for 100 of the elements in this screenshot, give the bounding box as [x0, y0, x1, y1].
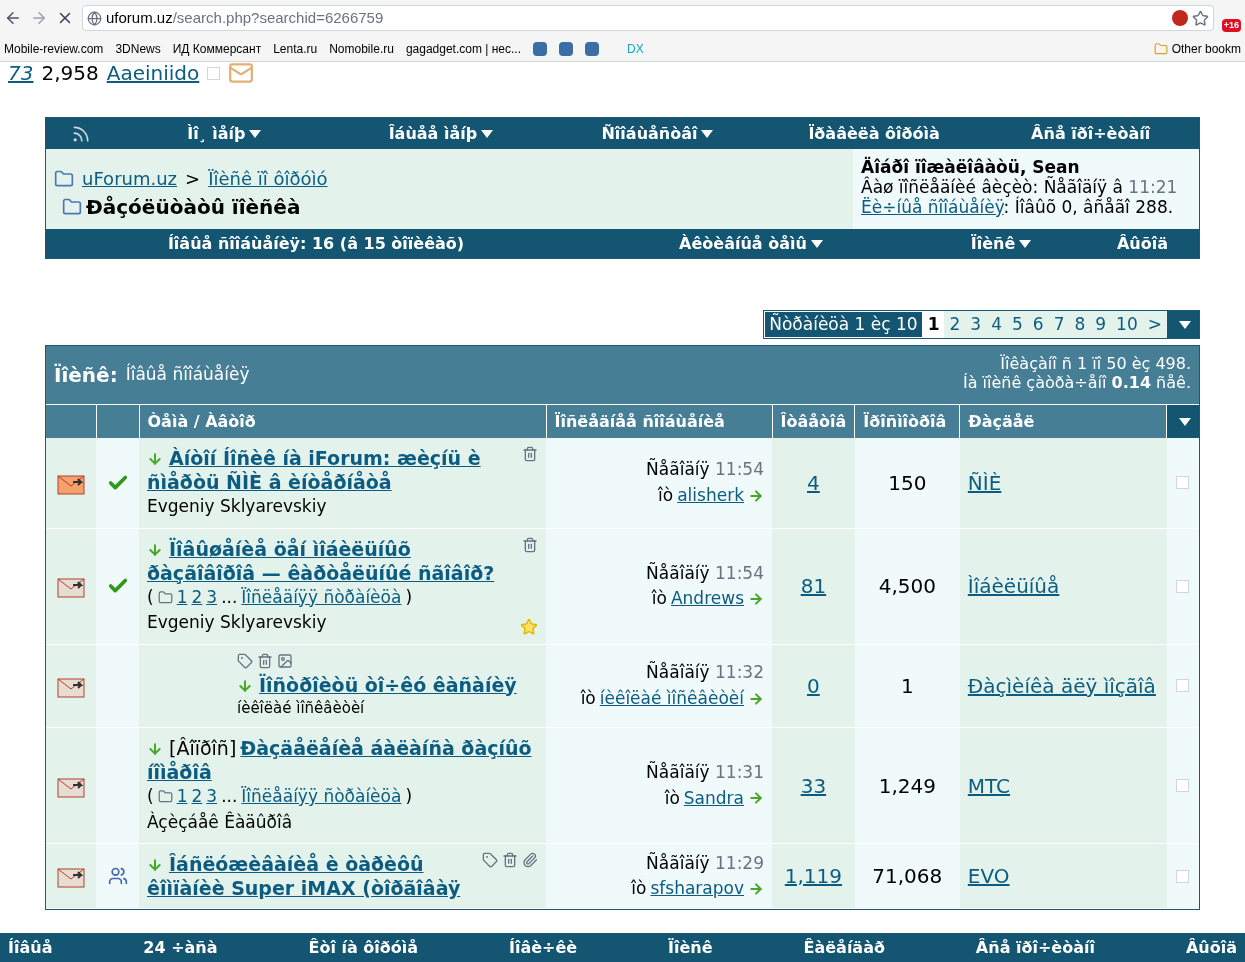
- subnav-link[interactable]: Âûõîä: [1086, 231, 1199, 256]
- replies-link[interactable]: 4: [807, 470, 820, 495]
- user-link[interactable]: sfsharapov: [650, 876, 744, 902]
- footer-link[interactable]: Íîâè÷êè: [504, 935, 582, 960]
- row-checkbox[interactable]: [1176, 779, 1190, 792]
- last-post-time: 11:54: [715, 562, 764, 583]
- page-menu-button[interactable]: [1167, 311, 1199, 338]
- user-link[interactable]: Andrews: [670, 586, 744, 612]
- replies-link[interactable]: 0: [807, 673, 820, 698]
- page-link[interactable]: 3: [206, 784, 218, 810]
- views-count: 2,958: [41, 62, 99, 84]
- cut-link[interactable]: 73: [8, 62, 34, 84]
- nav-menu[interactable]: Ïðàâèëà ôîðóìà: [765, 121, 983, 146]
- footer-link[interactable]: 24 ÷àñà: [139, 935, 222, 960]
- bookmark[interactable]: Nomobile.ru: [329, 39, 394, 58]
- user-link[interactable]: alisherk: [677, 482, 744, 509]
- page-link[interactable]: 3: [206, 584, 218, 610]
- topic-link[interactable]: Àíòîí Íîñèê íà iForum: æèçíü è ñìåðòü ÑÌÈ â èíòåðíåòå: [147, 446, 518, 494]
- paperclip-icon[interactable]: [522, 852, 538, 868]
- trash-icon[interactable]: [522, 446, 538, 462]
- envelope-icon: [228, 62, 255, 86]
- bookmark[interactable]: 3DNews: [115, 39, 161, 58]
- footer-link[interactable]: Êàëåíäàð: [799, 935, 889, 960]
- caret-icon: [249, 130, 262, 138]
- bookmark-icon[interactable]: [533, 41, 548, 56]
- bookmark[interactable]: ИД Коммерсант: [172, 39, 262, 58]
- nav-menu[interactable]: Ìî¸ ìåíþ: [116, 121, 333, 146]
- page-number[interactable]: 9: [1090, 311, 1112, 338]
- messages-link[interactable]: Ëè÷íûå ñîîáùåíèÿ: [861, 197, 1004, 217]
- tag-icon[interactable]: [237, 652, 253, 669]
- star-icon[interactable]: [520, 617, 538, 636]
- replies-link[interactable]: 33: [800, 773, 827, 798]
- page-number[interactable]: 5: [1006, 311, 1028, 338]
- section-link[interactable]: MTC: [967, 773, 1011, 798]
- page-number[interactable]: 10: [1111, 311, 1143, 338]
- image-icon[interactable]: [277, 652, 293, 669]
- extension-badge[interactable]: +16: [1221, 18, 1241, 32]
- page-link[interactable]: 2: [191, 784, 203, 810]
- subnav-link[interactable]: Ïîèñê: [916, 231, 1086, 256]
- page-number[interactable]: 7: [1048, 311, 1070, 338]
- row-checkbox[interactable]: [1176, 679, 1190, 693]
- other-bookmarks[interactable]: Other bookm: [1153, 39, 1241, 58]
- section-link[interactable]: Ìîáèëüíûå: [967, 574, 1060, 598]
- home-link[interactable]: uForum.uz: [82, 165, 178, 192]
- user-link[interactable]: Sandra: [683, 785, 744, 811]
- page-number[interactable]: 8: [1069, 311, 1091, 338]
- subnav-link[interactable]: Íîâûå ñîîáùåíèÿ: 16 (â 15 òîïèêàõ): [46, 231, 586, 256]
- address-bar[interactable]: uforum.uz/search.php?searchid=6266759: [82, 5, 1214, 31]
- nav-menu[interactable]: Âñå ïðî÷èòàíî: [982, 121, 1199, 146]
- section-link[interactable]: EVO: [967, 864, 1010, 888]
- page-number[interactable]: 2: [944, 311, 966, 338]
- page-link[interactable]: 1: [176, 784, 188, 810]
- footer-link[interactable]: Êòî íà ôîðóìå: [304, 935, 423, 960]
- row-checkbox[interactable]: [1176, 476, 1190, 490]
- forward-icon[interactable]: [30, 9, 48, 27]
- replies-link[interactable]: 81: [800, 574, 827, 598]
- footer-link[interactable]: Âñå ïðî÷èòàíî: [971, 935, 1099, 960]
- go-arrow-icon[interactable]: [748, 790, 764, 807]
- trash-icon[interactable]: [502, 852, 518, 868]
- footer-link[interactable]: Âûõîä: [1181, 935, 1241, 960]
- go-arrow-icon[interactable]: [748, 880, 764, 897]
- nav-menu[interactable]: Ñîîáùåñòâî: [549, 121, 766, 146]
- go-arrow-icon[interactable]: [748, 590, 764, 607]
- bookmark-icon[interactable]: [559, 41, 574, 56]
- last-page-link[interactable]: Ïîñëåäíÿÿ ñòðàíèöà: [241, 584, 402, 610]
- row-checkbox[interactable]: [207, 66, 221, 80]
- footer-link[interactable]: Íîâûå: [4, 935, 57, 960]
- page-number[interactable]: 3: [965, 311, 987, 338]
- nav-menu[interactable]: Îáùåå ìåíþ: [332, 121, 550, 146]
- subnav-link[interactable]: Àêòèâíûå òåìû: [586, 231, 916, 256]
- page-number[interactable]: 4: [986, 311, 1007, 338]
- topic-link[interactable]: [Âîïðîñ] Ðàçäåëåíèå áàëàíñà ðàçíûõ íîìåðîâ: [147, 736, 534, 784]
- bookmark-star-icon[interactable]: [1191, 9, 1209, 27]
- footer-link[interactable]: Ïîèñê: [664, 935, 717, 960]
- back-icon[interactable]: [4, 9, 22, 27]
- bookmark[interactable]: Mobile-review.com: [4, 39, 104, 58]
- last-page-link[interactable]: Ïîñëåäíÿÿ ñòðàíèöà: [241, 784, 402, 810]
- last-post-time: 11:54: [715, 459, 764, 480]
- user-link[interactable]: íèêîëàé ìîñêâèòèí: [599, 685, 744, 712]
- folder-icon: [1153, 41, 1168, 56]
- topic-link[interactable]: Ïîâûøåíèå öåí ìîáèëüíûõ ðàçãîâîðîâ — êàðòåëüíûé ñãîâîð?: [147, 536, 518, 585]
- section-link[interactable]: Aaeiniido: [106, 62, 200, 84]
- paren: ): [405, 785, 413, 808]
- bookmark-icon[interactable]: [585, 41, 600, 56]
- row-checkbox[interactable]: [1176, 869, 1190, 883]
- page-link[interactable]: 2: [191, 584, 203, 610]
- next-page[interactable]: >: [1142, 311, 1167, 338]
- caret-icon: [810, 240, 823, 248]
- trash-icon[interactable]: [522, 536, 538, 553]
- bookmark[interactable]: Lenta.ru: [273, 39, 318, 58]
- page-link[interactable]: 1: [176, 584, 188, 610]
- breadcrumb-link[interactable]: Ïîèñê ïî ôîðóìó: [208, 165, 328, 192]
- page-number[interactable]: 6: [1027, 311, 1049, 338]
- bookmark[interactable]: gagadget.com | нес...: [405, 39, 522, 58]
- trash-icon[interactable]: [257, 652, 273, 669]
- section-link[interactable]: ÑÌÈ: [967, 470, 1002, 495]
- topic-link[interactable]: Ïîñòðîèòü òî÷êó êàñàíèÿ: [237, 672, 517, 697]
- row-checkbox[interactable]: [1176, 579, 1190, 593]
- go-arrow-icon[interactable]: [748, 690, 764, 707]
- tag-icon[interactable]: [482, 852, 498, 868]
